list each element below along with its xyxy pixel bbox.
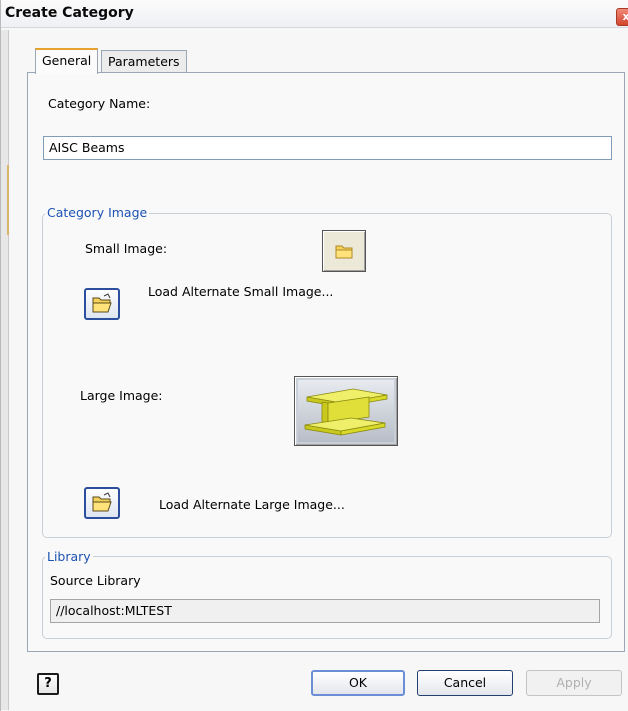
load-small-image-label: Load Alternate Small Image... <box>148 284 334 299</box>
title-bar[interactable]: Create Category x <box>1 0 628 28</box>
cancel-button-label: Cancel <box>443 675 487 690</box>
close-button[interactable]: x <box>616 8 628 26</box>
ok-button-label: OK <box>348 675 368 690</box>
category-name-value: AISC Beams <box>49 140 125 155</box>
window-left-edge <box>1 30 9 710</box>
apply-button-label: Apply <box>556 675 592 690</box>
source-library-value: //localhost:MLTEST <box>56 603 172 618</box>
ok-button[interactable]: OK <box>311 670 405 696</box>
library-legend: Library <box>45 549 93 564</box>
edge-accent-mark <box>7 165 9 235</box>
tab-parameters-label: Parameters <box>108 54 180 69</box>
small-image-label: Small Image: <box>85 241 168 256</box>
create-category-dialog: Create Category x General Parameters Cat… <box>0 0 628 711</box>
large-image-preview <box>294 376 398 446</box>
open-folder-icon <box>92 293 112 313</box>
source-library-label: Source Library <box>50 573 141 588</box>
tab-general[interactable]: General <box>35 48 99 74</box>
folder-icon <box>335 245 353 259</box>
category-image-legend: Category Image <box>45 205 150 220</box>
help-button[interactable]: ? <box>37 673 59 695</box>
general-tab-panel: Category Name: AISC Beams Category Image… <box>27 72 625 652</box>
tab-parameters[interactable]: Parameters <box>101 50 187 74</box>
load-large-image-button[interactable] <box>84 487 120 519</box>
category-name-label: Category Name: <box>48 96 151 111</box>
large-image-label: Large Image: <box>80 388 163 403</box>
load-small-image-button[interactable] <box>84 288 120 320</box>
library-group <box>42 556 612 639</box>
dialog-title: Create Category <box>5 5 134 21</box>
load-large-image-label: Load Alternate Large Image... <box>159 497 345 512</box>
category-name-input[interactable]: AISC Beams <box>43 136 612 160</box>
apply-button[interactable]: Apply <box>526 670 622 696</box>
cancel-button[interactable]: Cancel <box>417 670 513 696</box>
tab-general-label: General <box>42 53 92 68</box>
small-image-preview <box>322 230 366 272</box>
i-beam-icon <box>298 380 394 442</box>
help-icon: ? <box>44 676 52 691</box>
close-icon: x <box>622 10 628 23</box>
open-folder-icon <box>92 492 112 512</box>
source-library-field: //localhost:MLTEST <box>50 599 600 623</box>
